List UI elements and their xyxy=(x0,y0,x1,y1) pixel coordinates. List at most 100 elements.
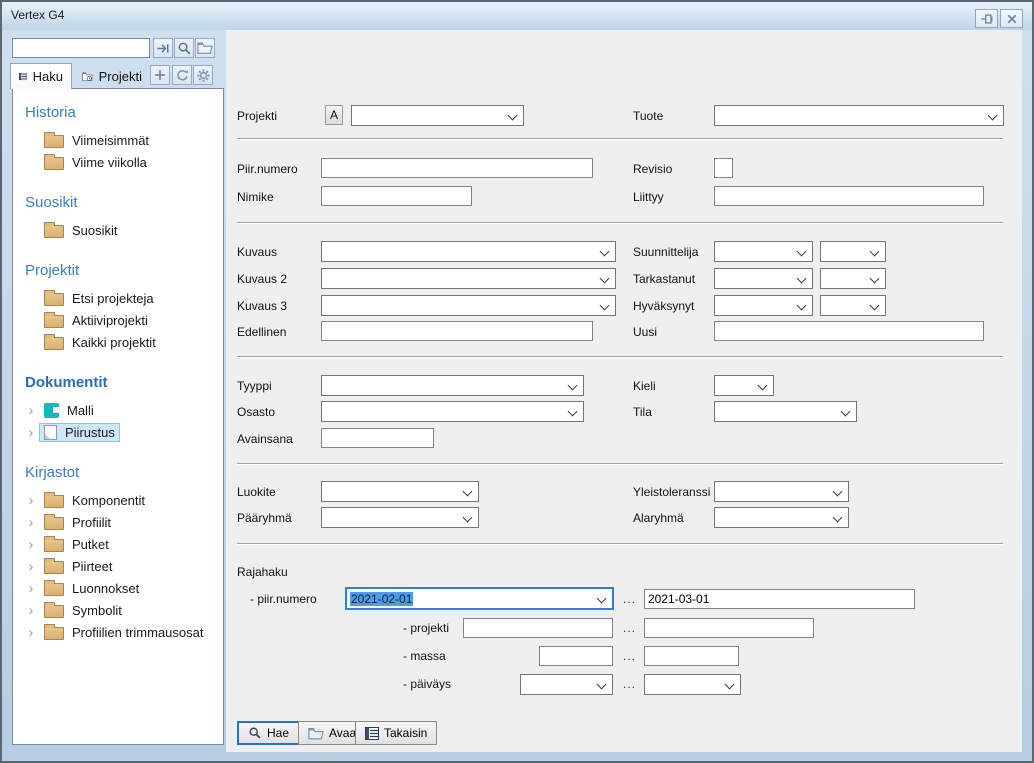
tyyppi-combo[interactable] xyxy=(321,375,584,396)
chevron-right-icon[interactable]: › xyxy=(23,493,39,507)
item-content[interactable]: Profiilit xyxy=(39,512,116,532)
sidebar-item-viime-viikolla[interactable]: ›Viime viikolla xyxy=(13,151,223,173)
item-content[interactable]: Luonnokset xyxy=(39,578,144,598)
paaryhma-combo[interactable] xyxy=(321,507,479,528)
search-button[interactable] xyxy=(174,38,194,58)
item-content[interactable]: Viime viikolla xyxy=(39,152,152,172)
sidebar-item-komponentit[interactable]: ›Komponentit xyxy=(13,489,223,511)
piir-numero-input[interactable] xyxy=(321,158,593,178)
refresh-button[interactable] xyxy=(172,65,192,85)
sidebar-item-etsi-projekteja[interactable]: ›Etsi projekteja xyxy=(13,287,223,309)
item-content[interactable]: Malli xyxy=(39,401,99,420)
chevron-down-icon xyxy=(600,301,610,311)
luokite-combo[interactable] xyxy=(321,481,479,502)
pin-button[interactable] xyxy=(975,9,998,28)
projekti-combo[interactable] xyxy=(351,105,524,126)
item-content[interactable]: Aktiiviprojekti xyxy=(39,310,153,330)
sidebar-section-dokumentit: Dokumentit xyxy=(13,373,223,393)
chevron-right-icon[interactable]: › xyxy=(23,537,39,551)
kuvaus3-combo[interactable] xyxy=(321,295,616,316)
chevron-right-icon[interactable]: › xyxy=(23,625,39,639)
settings-button[interactable] xyxy=(193,65,213,85)
kuvaus-combo[interactable] xyxy=(321,241,616,262)
sidebar-item-symbolit[interactable]: ›Symbolit xyxy=(13,599,223,621)
quick-search-input[interactable] xyxy=(12,38,150,58)
nimike-input[interactable] xyxy=(321,186,472,206)
kuvaus3-label: Kuvaus 3 xyxy=(237,299,287,313)
item-content[interactable]: Komponentit xyxy=(39,490,150,510)
chevron-right-icon[interactable]: › xyxy=(23,403,39,417)
chevron-right-icon[interactable]: › xyxy=(23,515,39,529)
liittyy-input[interactable] xyxy=(714,186,984,206)
sidebar-item-kaikki-projektit[interactable]: ›Kaikki projektit xyxy=(13,331,223,353)
rajahaku-piir-numero-to-input[interactable] xyxy=(644,589,915,609)
item-content[interactable]: Kaikki projektit xyxy=(39,332,161,352)
sidebar-item-piirteet[interactable]: ›Piirteet xyxy=(13,555,223,577)
uusi-input[interactable] xyxy=(714,321,984,341)
item-content[interactable]: Etsi projekteja xyxy=(39,288,159,308)
folder-icon xyxy=(44,225,64,238)
hyvaksynyt-combo[interactable] xyxy=(714,295,813,316)
chevron-right-icon[interactable]: › xyxy=(23,559,39,573)
add-tab-button[interactable] xyxy=(150,65,170,85)
avainsana-input[interactable] xyxy=(321,428,434,448)
sidebar-item-aktiiviprojekti[interactable]: ›Aktiiviprojekti xyxy=(13,309,223,331)
sidebar-item-profiilien-trimmausosat[interactable]: ›Profiilien trimmausosat xyxy=(13,621,223,643)
item-content[interactable]: Symbolit xyxy=(39,600,127,620)
sidebar-item-viimeisimmat[interactable]: ›Viimeisimmät xyxy=(13,129,223,151)
item-content[interactable]: Putket xyxy=(39,534,114,554)
chevron-right-icon[interactable]: › xyxy=(23,581,39,595)
edellinen-label: Edellinen xyxy=(237,325,286,339)
osasto-combo[interactable] xyxy=(321,401,584,422)
rajahaku-paivays-to-combo[interactable] xyxy=(644,674,741,695)
chevron-down-icon xyxy=(463,513,473,523)
rajahaku-piir-numero-from-combo[interactable]: 2021-02-01 xyxy=(345,587,614,610)
chevron-right-icon[interactable]: › xyxy=(23,425,39,439)
go-button[interactable] xyxy=(153,38,173,58)
item-content[interactable]: Profiilien trimmausosat xyxy=(39,622,209,642)
tarkastanut-combo[interactable] xyxy=(714,268,813,289)
yleistoleranssi-combo[interactable] xyxy=(714,481,849,502)
takaisin-button[interactable]: Takaisin xyxy=(355,721,437,745)
rajahaku-projekti-to-input[interactable] xyxy=(644,618,814,638)
tarkastanut-combo-2[interactable] xyxy=(820,268,886,289)
rajahaku-massa-to-input[interactable] xyxy=(644,646,739,666)
open-folder-button[interactable] xyxy=(195,38,215,58)
chevron-right-icon[interactable]: › xyxy=(23,603,39,617)
drawing-icon xyxy=(44,425,57,440)
kuvaus2-combo[interactable] xyxy=(321,268,616,289)
sidebar-item-suosikit[interactable]: ›Suosikit xyxy=(13,219,223,241)
suunnittelija-combo-2[interactable] xyxy=(820,241,886,262)
suunnittelija-combo[interactable] xyxy=(714,241,813,262)
tila-combo[interactable] xyxy=(714,401,857,422)
item-content[interactable]: Viimeisimmät xyxy=(39,130,154,150)
pin-icon xyxy=(980,12,994,26)
close-button[interactable] xyxy=(1000,9,1023,28)
project-a-button[interactable]: A xyxy=(325,105,343,125)
hyvaksynyt-combo-2[interactable] xyxy=(820,295,886,316)
close-icon xyxy=(1006,13,1018,25)
chevron-down-icon xyxy=(870,301,880,311)
sidebar-item-piirustus[interactable]: ›Piirustus xyxy=(13,421,223,443)
rajahaku-paivays-from-combo[interactable] xyxy=(520,674,613,695)
item-content[interactable]: Piirteet xyxy=(39,556,117,576)
hae-button[interactable]: Hae xyxy=(237,721,300,745)
tab-projekti[interactable]: Projekti xyxy=(74,63,150,89)
rajahaku-projekti-from-input[interactable] xyxy=(463,618,613,638)
sidebar-item-malli[interactable]: ›Malli xyxy=(13,399,223,421)
tuote-combo[interactable] xyxy=(714,105,1004,126)
sidebar-item-putket[interactable]: ›Putket xyxy=(13,533,223,555)
kieli-combo[interactable] xyxy=(714,375,774,396)
revisio-input[interactable] xyxy=(714,158,733,178)
edellinen-input[interactable] xyxy=(321,321,593,341)
sidebar-item-profiilit[interactable]: ›Profiilit xyxy=(13,511,223,533)
rajahaku-massa-from-input[interactable] xyxy=(539,646,613,666)
chevron-down-icon xyxy=(833,513,843,523)
item-content[interactable]: Suosikit xyxy=(39,220,123,240)
folder-icon xyxy=(44,293,64,306)
tab-haku[interactable]: Haku xyxy=(10,63,72,89)
rajahaku-projekti-label: - projekti xyxy=(403,621,449,635)
selected-item-highlight[interactable]: Piirustus xyxy=(39,423,120,442)
alaryhma-combo[interactable] xyxy=(714,507,849,528)
sidebar-item-luonnokset[interactable]: ›Luonnokset xyxy=(13,577,223,599)
